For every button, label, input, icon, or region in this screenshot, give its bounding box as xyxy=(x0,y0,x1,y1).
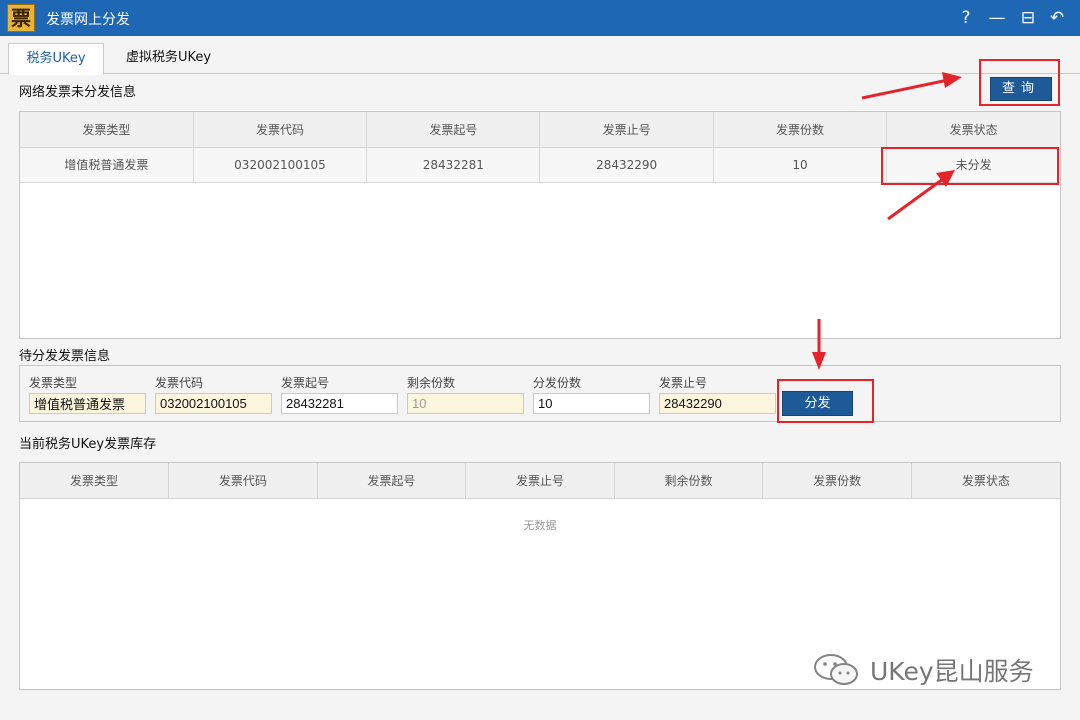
maximize-button[interactable]: ⊟ xyxy=(1017,6,1039,30)
column-header: 发票代码 xyxy=(193,112,368,148)
tab-virtual-tax-ukey[interactable]: 虚拟税务UKey xyxy=(112,43,225,75)
invoice-code-field[interactable] xyxy=(155,393,272,414)
pending-section-title: 待分发发票信息 xyxy=(19,349,111,364)
cell-end-number: 28432290 xyxy=(539,147,714,183)
end-number-field[interactable] xyxy=(659,393,776,414)
cell-start-number: 28432281 xyxy=(366,147,541,183)
column-header: 发票份数 xyxy=(713,112,888,148)
cell-invoice-count: 10 xyxy=(713,147,888,183)
column-header: 发票状态 xyxy=(911,463,1060,499)
invoice-type-label: 发票类型 xyxy=(29,376,78,390)
arrow-to-query-head xyxy=(942,72,962,88)
start-number-label: 发票起号 xyxy=(281,376,330,390)
table-row[interactable]: 增值税普通发票 032002100105 28432281 28432290 1… xyxy=(20,147,1060,183)
tab-strip: 税务UKey 虚拟税务UKey xyxy=(0,36,1080,75)
distribute-count-field[interactable] xyxy=(533,393,650,414)
watermark-text: UKey昆山服务 xyxy=(870,657,1034,686)
distribute-button[interactable]: 分发 xyxy=(782,391,853,416)
table-header-row: 发票类型 发票代码 发票起号 发票止号 剩余份数 发票份数 发票状态 xyxy=(20,463,1060,499)
column-header: 发票类型 xyxy=(20,112,194,148)
wechat-icon xyxy=(814,654,858,685)
table-header-row: 发票类型 发票代码 发票起号 发票止号 发票份数 发票状态 xyxy=(20,112,1060,148)
query-button[interactable]: 查询 xyxy=(990,77,1052,101)
cell-invoice-type: 增值税普通发票 xyxy=(20,147,194,183)
column-header: 发票止号 xyxy=(539,112,714,148)
app-logo-icon: 票 xyxy=(7,4,35,32)
column-header: 发票状态 xyxy=(886,112,1060,148)
invoice-type-field[interactable] xyxy=(29,393,146,414)
column-header: 发票代码 xyxy=(168,463,318,499)
help-button[interactable]: ? xyxy=(955,6,977,30)
inventory-section-title: 当前税务UKey发票库存 xyxy=(19,437,157,452)
column-header: 发票类型 xyxy=(20,463,170,499)
back-button[interactable]: ↶ xyxy=(1046,6,1068,30)
minimize-button[interactable]: — xyxy=(986,6,1008,30)
invoice-code-label: 发票代码 xyxy=(155,376,204,390)
window-title: 发票网上分发 xyxy=(46,12,130,28)
distribute-count-label: 分发份数 xyxy=(533,376,582,390)
empty-message: 无数据 xyxy=(523,519,557,532)
start-number-field[interactable] xyxy=(281,393,398,414)
tab-tax-ukey[interactable]: 税务UKey xyxy=(8,43,104,75)
remaining-count-label: 剩余份数 xyxy=(407,376,456,390)
title-bar: 票 发票网上分发 ? — ⊟ ↶ xyxy=(0,0,1080,36)
cell-invoice-code: 032002100105 xyxy=(193,147,368,183)
arrow-to-query-shaft xyxy=(861,78,949,100)
cell-status: 未分发 xyxy=(886,147,1060,183)
column-header: 发票止号 xyxy=(465,463,615,499)
undistributed-section-title: 网络发票未分发信息 xyxy=(19,85,137,100)
column-header: 发票起号 xyxy=(366,112,541,148)
end-number-label: 发票止号 xyxy=(659,376,708,390)
column-header: 发票起号 xyxy=(317,463,467,499)
remaining-count-field xyxy=(407,393,524,414)
watermark: UKey昆山服务 xyxy=(812,652,1034,688)
column-header: 剩余份数 xyxy=(614,463,764,499)
pending-form: 发票类型 发票代码 发票起号 剩余份数 分发份数 发票止号 分发 xyxy=(19,365,1061,422)
undistributed-table: 发票类型 发票代码 发票起号 发票止号 发票份数 发票状态 增值税普通发票 03… xyxy=(19,111,1061,339)
column-header: 发票份数 xyxy=(762,463,912,499)
